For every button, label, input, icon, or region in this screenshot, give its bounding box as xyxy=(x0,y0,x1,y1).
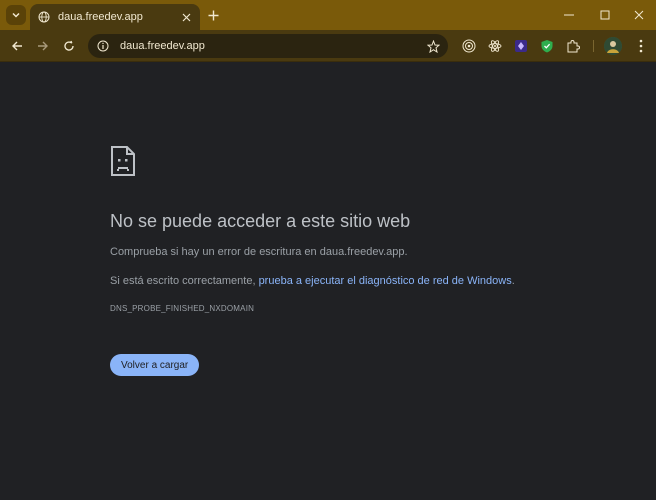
avatar[interactable] xyxy=(604,37,622,55)
back-icon xyxy=(12,41,22,51)
sad-page-icon xyxy=(111,146,135,176)
suggestion-suffix: . xyxy=(511,275,515,287)
toolbar-separator xyxy=(593,40,594,52)
url-text[interactable]: daua.freedev.app xyxy=(120,40,426,52)
error-code: DNS_PROBE_FINISHED_NXDOMAIN xyxy=(110,304,255,313)
reload-icon xyxy=(64,40,74,51)
error-page: No se puede acceder a este sitio web Com… xyxy=(0,63,656,500)
maximize-button[interactable] xyxy=(596,6,614,24)
globe-icon xyxy=(38,11,50,23)
active-tab[interactable]: daua.freedev.app xyxy=(30,4,200,30)
browser-toolbar: daua.freedev.app xyxy=(0,30,656,62)
extension-purple-icon[interactable] xyxy=(513,38,529,54)
tab-search-button[interactable] xyxy=(6,5,26,25)
plus-icon xyxy=(208,10,218,20)
back-button[interactable] xyxy=(8,37,26,55)
star-icon[interactable] xyxy=(426,39,440,53)
title-bar: daua.freedev.app xyxy=(0,0,656,30)
window-close-icon xyxy=(634,10,644,20)
info-icon[interactable] xyxy=(96,39,110,53)
reload-page-button[interactable]: Volver a cargar xyxy=(110,354,200,376)
suggestion-prefix: Si está escrito correctamente, xyxy=(110,275,259,287)
window-close-button[interactable] xyxy=(630,6,648,24)
page-title: No se puede acceder a este sitio web xyxy=(110,211,411,231)
extension-target-icon[interactable] xyxy=(461,38,477,54)
tab-title: daua.freedev.app xyxy=(58,11,143,23)
error-suggestion: Si está escrito correctamente, prueba a … xyxy=(110,275,515,287)
menu-button[interactable] xyxy=(632,37,650,55)
forward-button[interactable] xyxy=(34,37,52,55)
close-icon[interactable] xyxy=(180,11,192,23)
tab-search-icon xyxy=(12,12,20,18)
extension-shield-icon[interactable] xyxy=(539,38,555,54)
minimize-button[interactable] xyxy=(560,6,578,24)
address-bar[interactable]: daua.freedev.app xyxy=(88,34,448,58)
puzzle-icon[interactable] xyxy=(565,38,581,54)
error-description: Comprueba si hay un error de escritura e… xyxy=(110,246,408,258)
forward-icon xyxy=(38,41,48,51)
maximize-icon xyxy=(600,10,610,20)
new-tab-button[interactable] xyxy=(205,7,221,23)
network-diagnostics-link[interactable]: prueba a ejecutar el diagnóstico de red … xyxy=(259,275,512,287)
minimize-icon xyxy=(564,14,574,16)
extension-react-icon[interactable] xyxy=(487,38,503,54)
menu-icon xyxy=(639,39,643,53)
reload-button[interactable] xyxy=(60,37,78,55)
